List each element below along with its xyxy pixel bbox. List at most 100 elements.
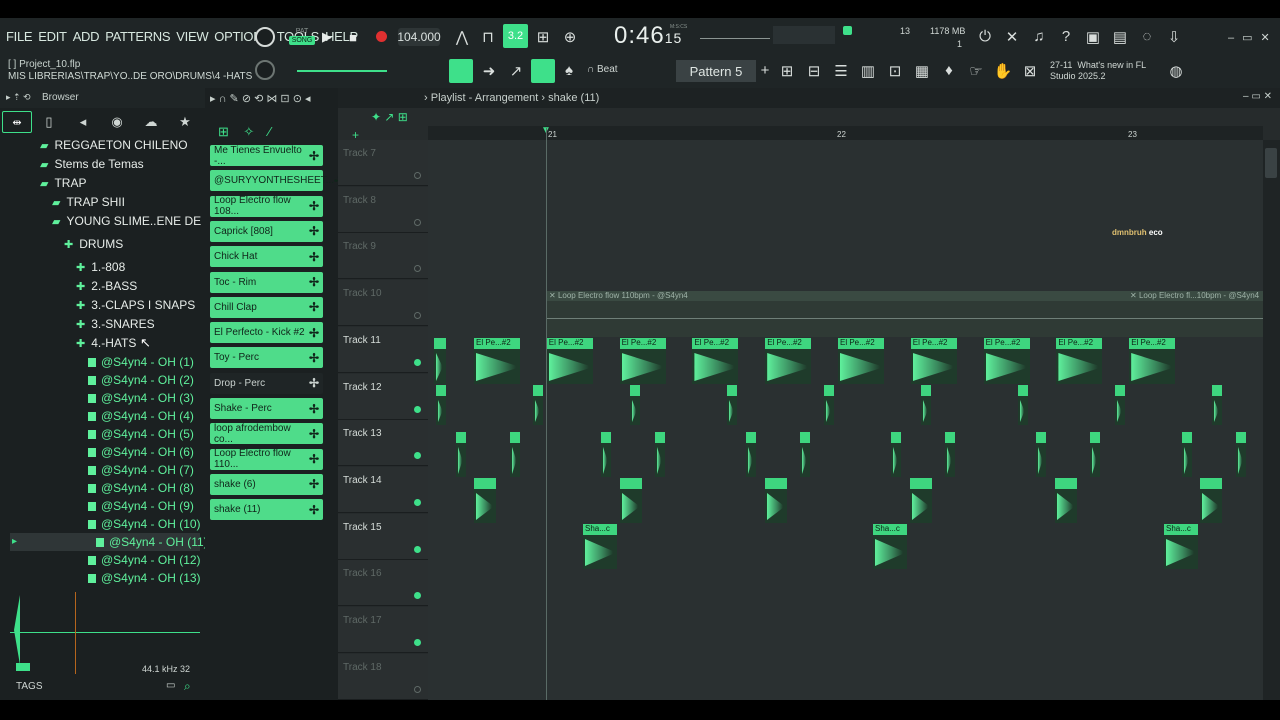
channel-item[interactable]: El Perfecto - Kick #2 ✢ (210, 322, 323, 344)
clap-clip[interactable] (1200, 478, 1222, 523)
browser-file[interactable]: @S4yn4 - OH (3) (88, 389, 194, 407)
track-mute-icon[interactable] (414, 172, 421, 179)
track-mute-icon[interactable] (414, 592, 421, 600)
browser-folder[interactable]: ▰ TRAP (40, 174, 86, 192)
clap-clip[interactable] (620, 478, 642, 523)
wait-icon[interactable]: ⊓ (478, 28, 498, 46)
browser-file[interactable]: @S4yn4 - OH (5) (88, 425, 194, 443)
stop-button[interactable]: ■ (346, 29, 360, 45)
channel-item[interactable]: Loop Electro flow 108... ✢ (210, 195, 323, 217)
shake-clip[interactable]: Sha...c (873, 524, 907, 569)
browser-folder[interactable]: ▰ REGGAETON CHILENO (40, 136, 188, 154)
kick-clip[interactable]: El Pe...#2 (983, 338, 1030, 384)
channel-item[interactable]: Chick Hat ✢ (210, 246, 323, 268)
track-header[interactable]: Track 16 (338, 560, 428, 607)
perc-clip[interactable] (1236, 432, 1246, 477)
save-icon[interactable]: ▣ (1083, 28, 1103, 46)
track-mute-icon[interactable] (414, 545, 421, 553)
track-header[interactable]: Track 9 (338, 233, 428, 280)
shake-clip[interactable]: Sha...c (583, 524, 617, 569)
perc-clip[interactable] (891, 432, 901, 477)
track-mute-icon[interactable] (414, 358, 421, 366)
channel-add-icon[interactable]: ✢ (309, 149, 319, 163)
step-edit-icon[interactable]: ⊞ (533, 28, 553, 46)
browser-folder[interactable]: ✚ 1.-808 (76, 258, 125, 276)
channel-item[interactable]: @SURYYONTHESHEET...✢ (210, 170, 344, 192)
menu-item-patterns[interactable]: PATTERNS (105, 29, 170, 44)
track-header[interactable]: Track 15 (338, 513, 428, 560)
clap-clip[interactable] (1055, 478, 1077, 523)
add-pattern-icon[interactable]: + (755, 62, 775, 79)
browser-folder[interactable]: ✚ 3.-CLAPS I SNAPS (76, 296, 195, 314)
browser-file[interactable]: @S4yn4 - OH (10) (88, 515, 201, 533)
track-mute-icon[interactable] (414, 685, 421, 693)
hand-icon[interactable]: ✋ (993, 62, 1013, 80)
kick-clip[interactable]: El Pe...#2 (474, 338, 520, 384)
link-button[interactable] (531, 59, 555, 83)
channel-item[interactable]: Loop Electro flow 110... ✢ (210, 448, 323, 470)
kick-clip[interactable]: El Pe...#2 (692, 338, 739, 384)
menu-item-file[interactable]: FILE (6, 29, 33, 44)
menu-item-view[interactable]: VIEW (176, 29, 208, 44)
render-icon[interactable]: ▤ (1110, 28, 1130, 46)
favorites-tab-icon[interactable]: ★ (168, 114, 202, 130)
perc-clip[interactable] (800, 432, 810, 477)
track-header[interactable]: Track 10 (338, 280, 428, 327)
perc-clip[interactable] (1090, 432, 1100, 477)
perc-clip[interactable] (1036, 432, 1046, 477)
tempo-display[interactable]: 104.000 (397, 28, 441, 46)
track-mute-icon[interactable] (414, 218, 421, 226)
browser-file[interactable]: @S4yn4 - OH (7) (88, 461, 194, 479)
browser-file[interactable]: @S4yn4 - OH (4) (88, 407, 194, 425)
globe-icon[interactable]: ◍ (1166, 62, 1186, 80)
touch-icon[interactable]: ☞ (966, 62, 986, 80)
hat-clip[interactable] (1212, 385, 1222, 425)
channel-item[interactable]: Shake - Perc ✢ (210, 398, 323, 419)
browser-nav-icon[interactable]: ▸ ⇡ ⟲ (6, 92, 31, 103)
browser-file[interactable]: @S4yn4 - OH (13) (88, 569, 201, 587)
menu-item-edit[interactable]: EDIT (38, 29, 67, 44)
channel-item[interactable]: Toc - Rim ✢ (210, 271, 323, 293)
hat-clip[interactable] (533, 385, 543, 425)
perc-clip[interactable] (601, 432, 611, 477)
hat-clip[interactable] (1115, 385, 1125, 425)
loop-clip[interactable]: ✕ Loop Electro flow 110bpm - @S4yn4 ✕ Lo… (546, 291, 1263, 337)
perc-clip[interactable] (510, 432, 520, 477)
clap-clip[interactable] (474, 478, 496, 523)
vertical-scrollbar[interactable] (1263, 140, 1280, 700)
kick-clip[interactable]: El Pe...#2 (910, 338, 957, 384)
piano-roll-button[interactable] (449, 59, 473, 83)
browser-file[interactable]: @S4yn4 - OH (12) (88, 551, 201, 569)
browser-file[interactable]: @S4yn4 - OH (9) (88, 497, 194, 515)
hat-clip[interactable] (727, 385, 737, 425)
track-mute-icon[interactable] (414, 405, 421, 413)
browser-folder[interactable]: ▰ TRAP SHII (52, 193, 125, 211)
piano-icon[interactable]: ▥ (858, 62, 878, 80)
chat-icon[interactable]: ◌ (1137, 28, 1157, 45)
channel-item[interactable]: Toy - Perc ✢ (210, 347, 323, 369)
playlist-toolbar-icons[interactable]: ✦ ↗ ⊞ (371, 110, 408, 124)
pattern-selector[interactable]: Pattern 5 (676, 60, 756, 82)
window-controls[interactable]: –▭✕ (1228, 31, 1278, 44)
channel-add-icon[interactable]: ✢ (309, 452, 319, 466)
perc-clip[interactable] (1182, 432, 1192, 477)
search-icon[interactable]: ⌕ (184, 679, 191, 694)
loop-record-icon[interactable]: ⊕ (560, 28, 580, 46)
plugin-icon[interactable]: ⊡ (885, 62, 905, 80)
channel-add-icon[interactable]: ✢ (309, 477, 319, 491)
track-header[interactable]: Track 13 (338, 420, 428, 467)
hat-clip[interactable] (824, 385, 834, 425)
channel-add-icon[interactable]: ✢ (309, 250, 319, 264)
clap-clip[interactable] (910, 478, 932, 523)
kick-clip[interactable] (434, 338, 446, 384)
channel-add-icon[interactable]: ✢ (309, 376, 319, 390)
channel-item[interactable]: Me Tienes Envuelto -... ✢ (210, 145, 323, 167)
channel-add-icon[interactable]: ✢ (309, 402, 319, 416)
browser-folder[interactable]: ▰ Stems de Temas (40, 155, 144, 173)
kick-clip[interactable]: El Pe...#2 (546, 338, 593, 384)
stamp-icon[interactable]: ♠ (559, 62, 579, 79)
perc-clip[interactable] (655, 432, 665, 477)
channel-item[interactable]: Drop - Perc ✢ (210, 372, 323, 394)
kick-clip[interactable]: El Pe...#2 (1056, 338, 1103, 384)
track-mute-icon[interactable] (414, 639, 421, 646)
